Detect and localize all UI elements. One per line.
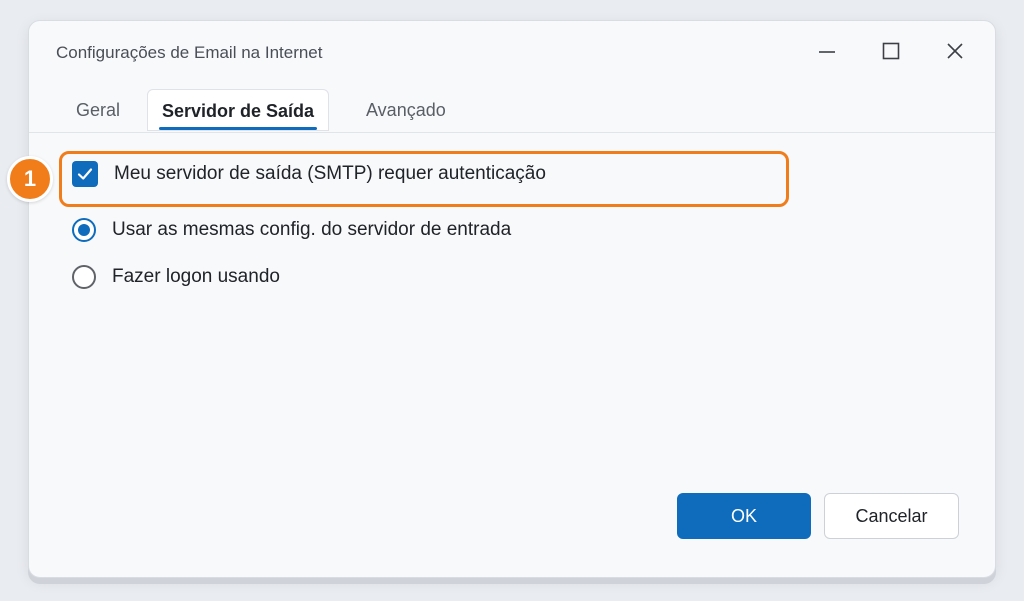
- step-badge: 1: [7, 156, 53, 202]
- maximize-icon: [882, 42, 900, 60]
- checkmark-icon: [77, 168, 93, 180]
- same-settings-radio-row[interactable]: Usar as mesmas config. do servidor de en…: [72, 216, 511, 244]
- minimize-button[interactable]: [807, 35, 847, 67]
- same-settings-label: Usar as mesmas config. do servidor de en…: [112, 219, 512, 240]
- tab-geral[interactable]: Geral: [76, 89, 120, 131]
- cancel-button[interactable]: Cancelar: [824, 493, 959, 539]
- dialog-title: Configurações de Email na Internet: [56, 43, 323, 62]
- close-icon: [947, 43, 963, 59]
- smtp-auth-checkbox-row[interactable]: Meu servidor de saída (SMTP) requer aute…: [72, 160, 546, 188]
- logon-using-radio-row[interactable]: Fazer logon usando: [72, 263, 280, 291]
- tab-bar: Geral Servidor de Saída Avançado: [29, 89, 995, 133]
- same-settings-radio[interactable]: [72, 218, 96, 242]
- smtp-auth-label: Meu servidor de saída (SMTP) requer aute…: [114, 163, 546, 184]
- tab-servidor-de-saida-label: Servidor de Saída: [162, 101, 315, 121]
- maximize-button[interactable]: [871, 35, 911, 67]
- radio-selected-dot: [78, 224, 90, 236]
- tab-servidor-de-saida[interactable]: Servidor de Saída: [147, 89, 330, 131]
- smtp-auth-checkbox[interactable]: [72, 161, 98, 187]
- close-button[interactable]: [935, 35, 975, 67]
- active-tab-indicator: [159, 127, 318, 130]
- logon-using-label: Fazer logon usando: [112, 266, 280, 287]
- settings-dialog: Configurações de Email na Internet Geral…: [7, 20, 996, 578]
- logon-using-radio[interactable]: [72, 265, 96, 289]
- ok-button[interactable]: OK: [677, 493, 811, 539]
- tab-avancado[interactable]: Avançado: [366, 89, 446, 131]
- minimize-icon: [819, 51, 835, 53]
